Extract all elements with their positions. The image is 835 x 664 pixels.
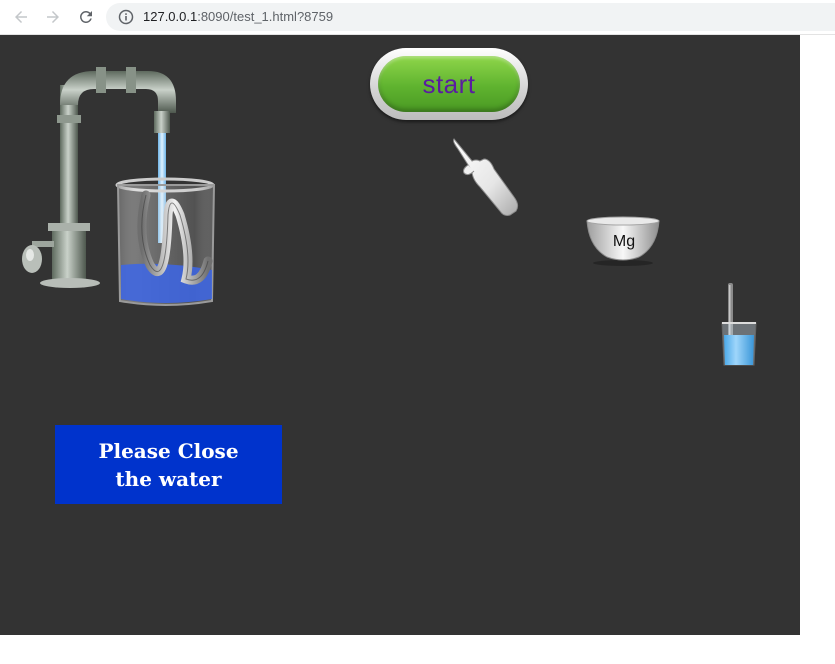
faucet-with-beaker[interactable] — [18, 65, 228, 310]
back-button[interactable] — [9, 5, 33, 29]
address-bar[interactable]: 127.0.0.1:8090/test_1.html?8759 — [106, 3, 835, 31]
arrow-right-icon — [47, 11, 59, 23]
url-text[interactable]: 127.0.0.1:8090/test_1.html?8759 — [143, 9, 333, 24]
bowl-label: Mg — [612, 233, 636, 250]
mg-bowl[interactable]: Mg — [583, 215, 665, 267]
forward-button[interactable] — [41, 5, 65, 29]
start-button-label: start — [422, 68, 476, 99]
reload-button[interactable] — [74, 5, 98, 29]
url-path: :8090/test_1.html?8759 — [197, 9, 334, 24]
start-button-face[interactable]: start — [378, 56, 520, 112]
browser-toolbar: 127.0.0.1:8090/test_1.html?8759 — [0, 0, 835, 35]
start-button[interactable]: start — [370, 48, 528, 120]
info-circle-icon[interactable] — [118, 9, 134, 25]
close-water-notice: Please Close the water — [55, 425, 282, 504]
notice-line-1: Please Close — [98, 438, 239, 463]
pointing-hand-icon — [453, 138, 519, 216]
simulation-stage: start Mg Please Close the water — [0, 35, 800, 635]
small-beaker-with-dropper[interactable] — [718, 283, 760, 369]
notice-line-2: the water — [115, 466, 222, 491]
reload-icon — [80, 10, 92, 23]
url-host: 127.0.0.1 — [143, 9, 198, 24]
arrow-left-icon — [15, 11, 27, 23]
